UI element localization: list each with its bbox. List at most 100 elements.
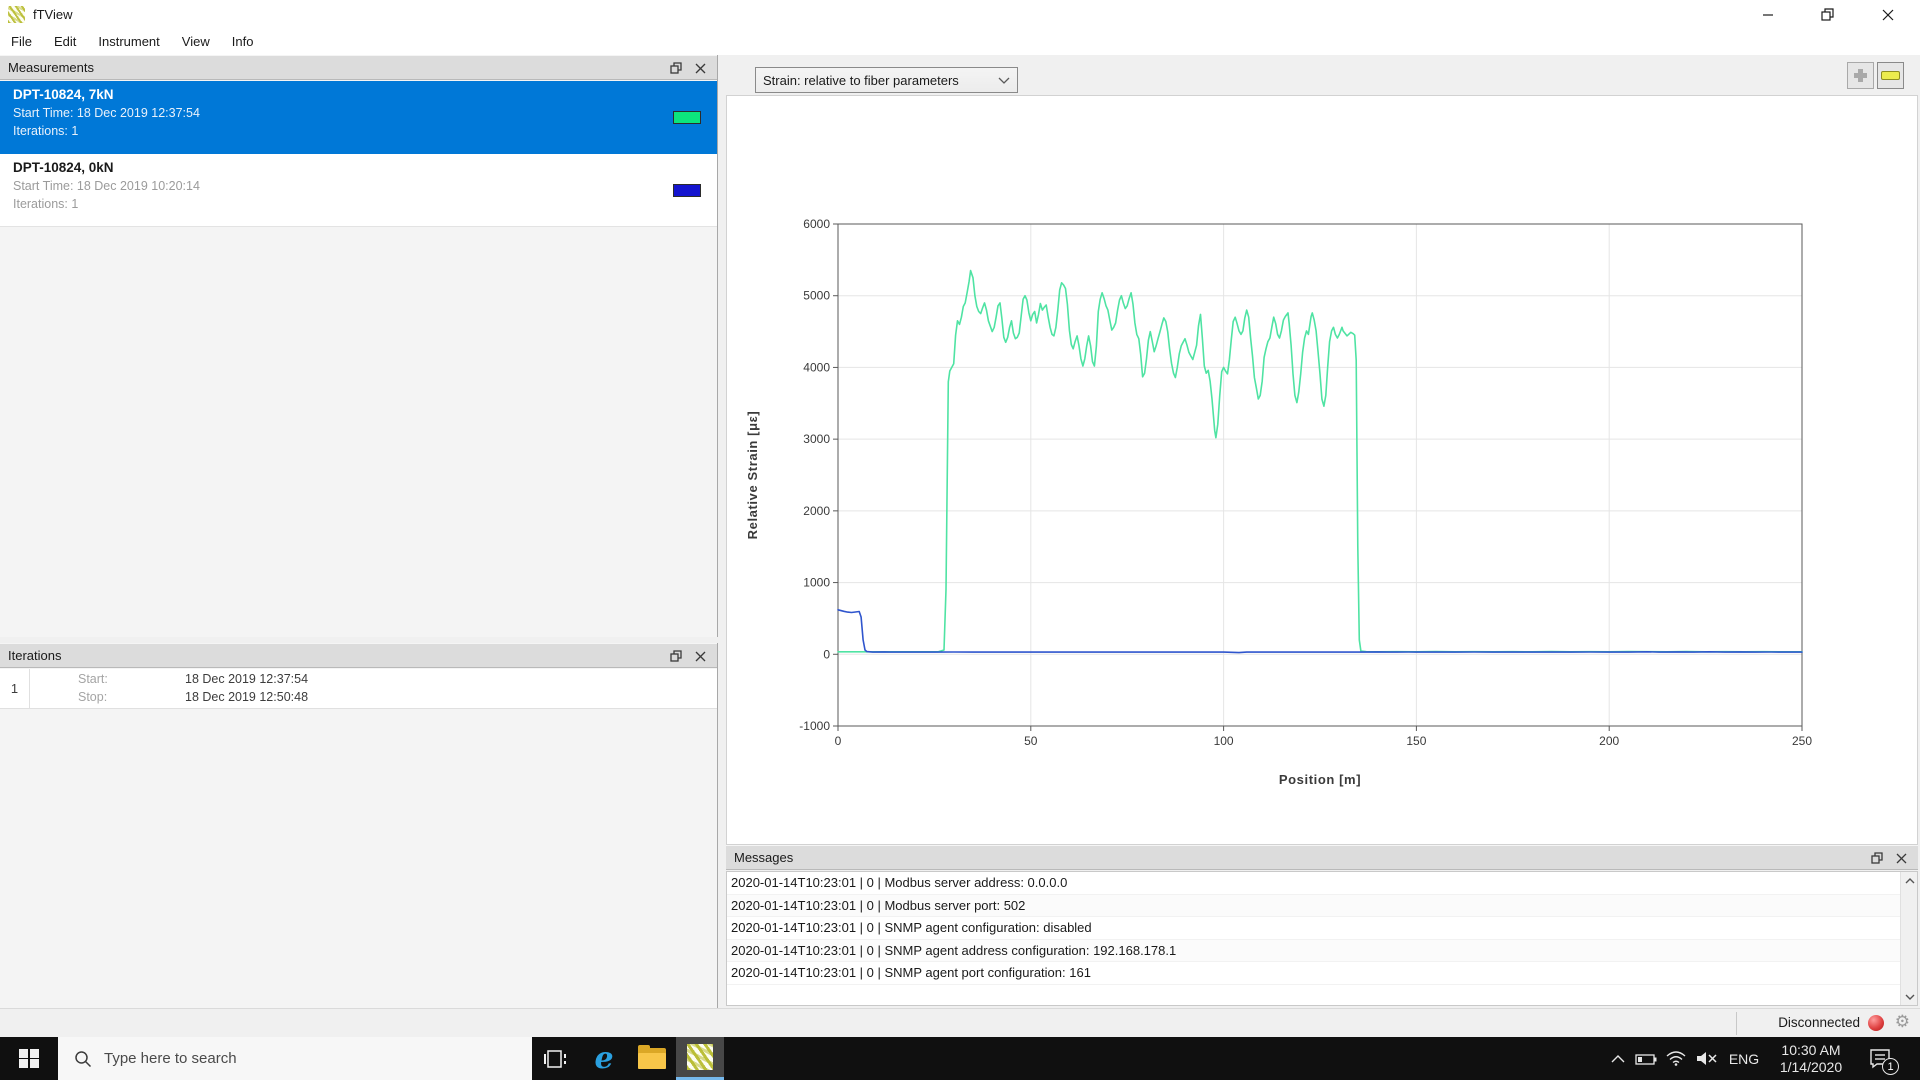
iteration-start-label: Start: [78, 672, 108, 686]
tray-volume-button[interactable] [1691, 1037, 1723, 1080]
settings-gear-icon[interactable]: ⚙ [1895, 1012, 1910, 1032]
log-line[interactable]: 2020-01-14T10:23:01 | 0 | SNMP agent con… [727, 917, 1900, 940]
tray-clock-button[interactable]: 10:30 AM 1/14/2020 [1765, 1037, 1857, 1080]
minimize-button[interactable] [1745, 0, 1790, 29]
disconnected-indicator-icon [1868, 1015, 1884, 1031]
menu-view[interactable]: View [171, 29, 221, 55]
iteration-details: Start: 18 Dec 2019 12:37:54 Stop: 18 Dec… [30, 669, 717, 708]
connection-status: Disconnected [1778, 1015, 1860, 1030]
battery-icon [1635, 1053, 1657, 1065]
messages-float-button[interactable] [1868, 850, 1886, 867]
wifi-icon [1666, 1051, 1686, 1066]
strain-chart[interactable]: 0 50 100 150 200 250 -1000 0 1000 2000 3000 4000 500… [726, 95, 1918, 845]
speaker-muted-icon [1697, 1052, 1717, 1065]
iteration-index: 1 [0, 669, 30, 708]
chevron-up-icon [1611, 1054, 1625, 1062]
close-icon [695, 63, 705, 74]
title-bar: fTView [0, 0, 1920, 29]
ftview-window: fTView File Edit Instrument View Info Me… [0, 0, 1920, 1080]
float-panel-icon [669, 650, 682, 662]
measurement-start-time: Start Time: 18 Dec 2019 10:20:14 [13, 179, 200, 193]
iteration-row[interactable]: 1 Start: 18 Dec 2019 12:37:54 Stop: 18 D… [0, 669, 717, 709]
taskbar-search[interactable]: Type here to search [58, 1037, 532, 1080]
notification-count-badge: 1 [1882, 1058, 1899, 1075]
add-plot-button[interactable] [1847, 62, 1874, 89]
messages-panel-header[interactable]: Messages [726, 845, 1918, 870]
minimize-icon [1762, 13, 1773, 16]
tray-show-hidden-icons-button[interactable] [1605, 1037, 1631, 1080]
strain-chart-svg: 0 50 100 150 200 250 -1000 0 1000 2000 3000 4000 500… [745, 217, 1812, 787]
log-line[interactable]: 2020-01-14T10:23:01 | 0 | Modbus server … [727, 894, 1900, 917]
measurement-title: DPT-10824, 7kN [13, 87, 114, 102]
tray-time: 10:30 AM [1781, 1041, 1841, 1058]
svg-text:4000: 4000 [803, 360, 830, 374]
tray-battery-button[interactable] [1631, 1037, 1661, 1080]
svg-text:150: 150 [1406, 734, 1426, 748]
svg-text:200: 200 [1599, 734, 1619, 748]
arrow-up-icon [1905, 877, 1914, 883]
marker-color-button[interactable] [1877, 62, 1904, 89]
task-view-button[interactable] [532, 1037, 580, 1080]
iterations-panel-header[interactable]: Iterations [0, 643, 717, 668]
measurement-start-time: Start Time: 18 Dec 2019 12:37:54 [13, 106, 200, 120]
iterations-panel: Iterations 1 Start: 18 Dec 2019 12:37:54… [0, 643, 718, 1008]
float-panel-icon [1870, 852, 1883, 864]
menu-info[interactable]: Info [221, 29, 265, 55]
menu-instrument[interactable]: Instrument [87, 29, 170, 55]
svg-text:6000: 6000 [803, 217, 830, 231]
svg-text:250: 250 [1792, 734, 1812, 748]
edge-browser-button[interactable]: e [580, 1037, 628, 1080]
restore-button[interactable] [1805, 0, 1850, 29]
task-view-icon [544, 1049, 566, 1068]
chevron-down-icon [998, 77, 1010, 84]
svg-text:0: 0 [835, 734, 842, 748]
close-button[interactable] [1865, 0, 1910, 29]
tray-language-button[interactable]: ENG [1723, 1037, 1765, 1080]
measurements-panel-header[interactable]: Measurements [0, 55, 717, 80]
start-button[interactable] [0, 1037, 58, 1080]
iteration-stop-value: 18 Dec 2019 12:50:48 [185, 690, 309, 704]
edge-icon: e [594, 1040, 614, 1076]
close-icon [1896, 853, 1906, 864]
windows-logo-icon [19, 1048, 39, 1069]
messages-lines: 2020-01-14T10:23:01 | 0 | Modbus server … [727, 872, 1900, 1005]
svg-text:Relative Strain [με]: Relative Strain [με] [745, 411, 760, 540]
log-line[interactable]: 2020-01-14T10:23:01 | 0 | SNMP agent por… [727, 962, 1900, 985]
iteration-start-value: 18 Dec 2019 12:37:54 [185, 672, 309, 686]
svg-text:Position [m]: Position [m] [1279, 772, 1361, 787]
messages-close-button[interactable] [1892, 850, 1910, 867]
iteration-stop-label: Stop: [78, 690, 108, 704]
status-bar: Disconnected ⚙ [0, 1008, 1920, 1037]
iterations-float-button[interactable] [667, 648, 685, 665]
search-placeholder: Type here to search [104, 1050, 237, 1067]
ftview-taskbar-button[interactable] [676, 1037, 724, 1080]
measurements-float-button[interactable] [667, 60, 685, 77]
window-title: fTView [33, 7, 73, 22]
status-separator [1736, 1012, 1737, 1035]
measurements-close-button[interactable] [691, 60, 709, 77]
iterations-close-button[interactable] [691, 648, 709, 665]
messages-scrollbar[interactable] [1900, 872, 1917, 1005]
messages-panel-title: Messages [734, 850, 794, 865]
scroll-up-button[interactable] [1901, 872, 1918, 889]
svg-text:5000: 5000 [803, 289, 830, 303]
svg-text:3000: 3000 [803, 432, 830, 446]
file-explorer-button[interactable] [628, 1037, 676, 1080]
series-color-swatch-blue [673, 184, 701, 197]
float-panel-icon [669, 62, 682, 74]
tray-network-button[interactable] [1661, 1037, 1691, 1080]
menu-edit[interactable]: Edit [43, 29, 87, 55]
measurement-item-0kN[interactable]: DPT-10824, 0kN Start Time: 18 Dec 2019 1… [0, 154, 717, 227]
tray-date: 1/14/2020 [1779, 1058, 1843, 1075]
log-line[interactable]: 2020-01-14T10:23:01 | 0 | SNMP agent add… [727, 939, 1900, 962]
measurement-item-7kN[interactable]: DPT-10824, 7kN Start Time: 18 Dec 2019 1… [0, 81, 717, 154]
log-line[interactable]: 2020-01-14T10:23:01 | 0 | Modbus server … [727, 872, 1900, 895]
windows-taskbar: Type here to search e ENG 10:30 AM 1/14/… [0, 1037, 1920, 1080]
svg-text:50: 50 [1024, 734, 1038, 748]
action-center-button[interactable]: 1 [1857, 1037, 1903, 1080]
menu-file[interactable]: File [0, 29, 43, 55]
menu-bar: File Edit Instrument View Info [0, 29, 1920, 55]
search-icon [75, 1050, 92, 1067]
scroll-down-button[interactable] [1901, 988, 1918, 1005]
strain-view-select[interactable]: Strain: relative to fiber parameters [755, 67, 1018, 93]
